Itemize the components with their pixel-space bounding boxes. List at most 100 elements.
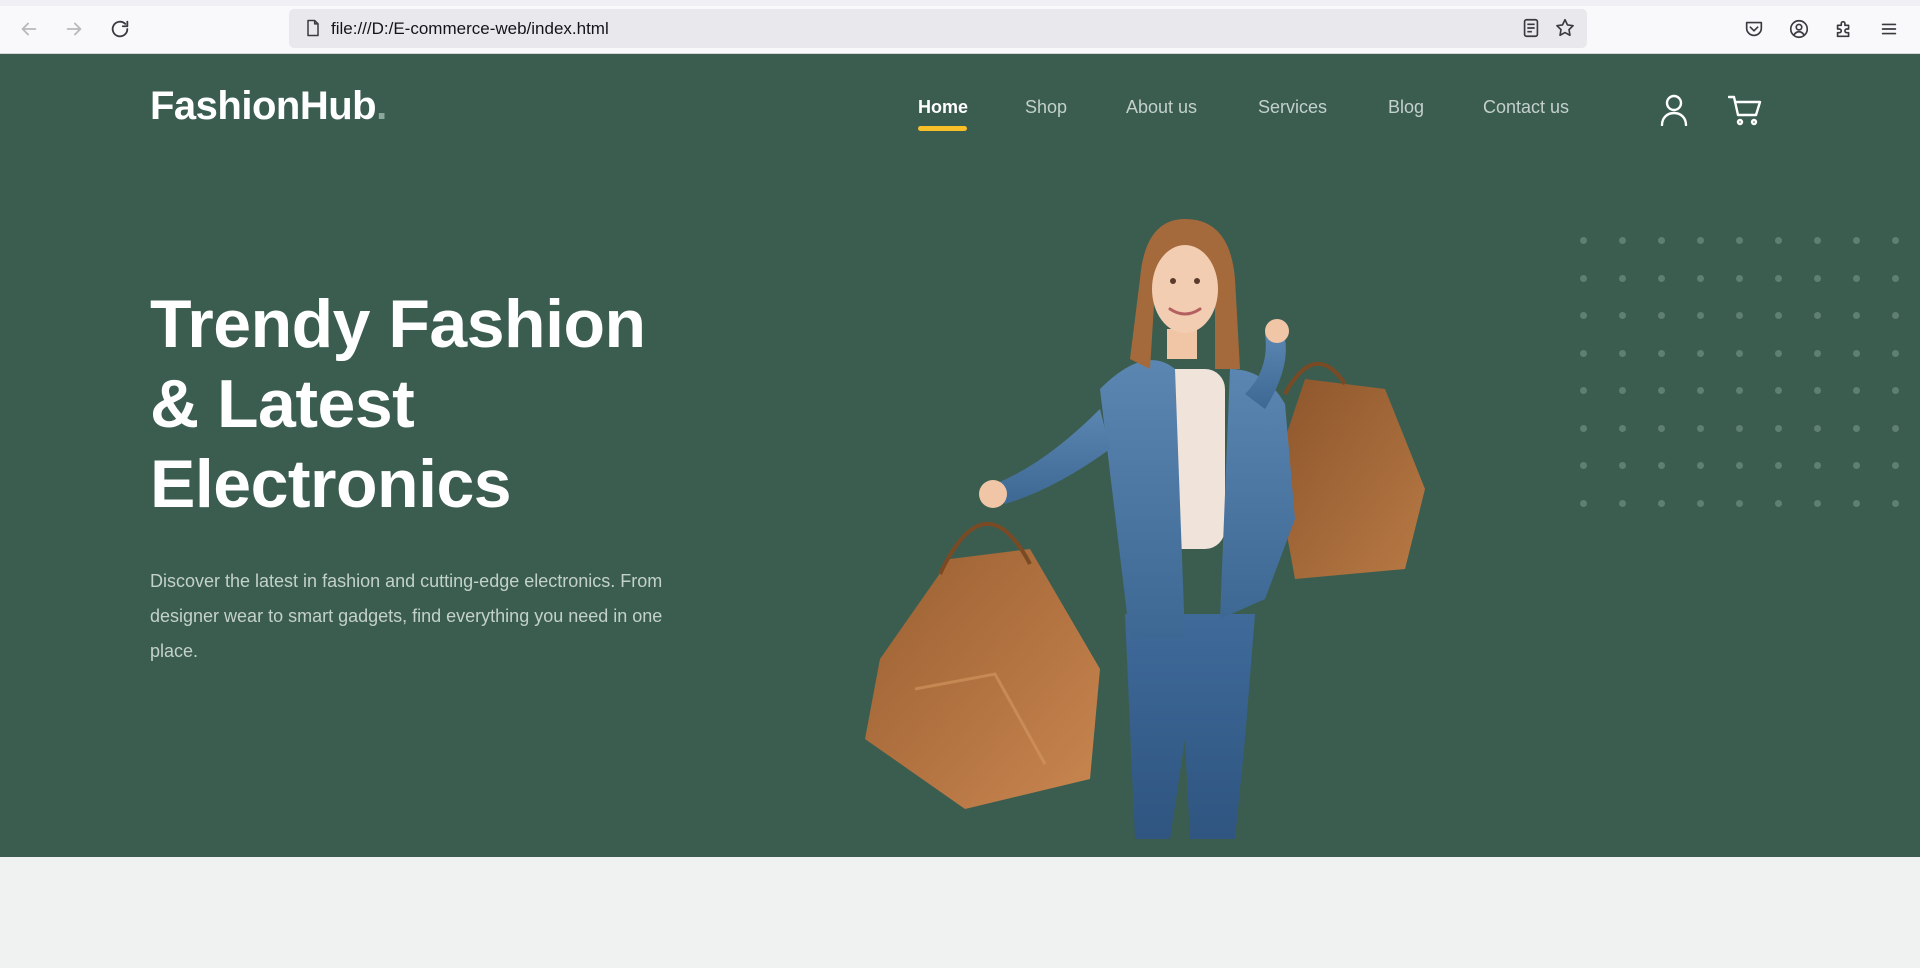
- decorative-dot: [1853, 462, 1860, 469]
- decorative-dot: [1814, 499, 1821, 507]
- decorative-dot: [1892, 387, 1899, 394]
- decorative-dot: [1736, 237, 1743, 244]
- nav-blog[interactable]: Blog: [1388, 97, 1424, 118]
- menu-icon[interactable]: [1872, 12, 1906, 46]
- decorative-dot: [1580, 237, 1587, 244]
- decorative-dot: [1580, 462, 1587, 469]
- hero-description: Discover the latest in fashion and cutti…: [150, 571, 663, 661]
- decorative-dot: [1775, 424, 1782, 432]
- decorative-dot: [1892, 237, 1899, 244]
- reader-view-icon[interactable]: [1520, 17, 1542, 39]
- account-icon[interactable]: [1782, 12, 1816, 46]
- decorative-dot: [1775, 462, 1782, 469]
- decorative-dot: [1736, 274, 1743, 282]
- decorative-dot: [1658, 424, 1665, 432]
- decorative-dot: [1619, 462, 1626, 469]
- decorative-dot: [1892, 424, 1899, 432]
- decorative-dot: [1775, 349, 1782, 357]
- decorative-dot: [1619, 499, 1626, 507]
- decorative-dot: [1580, 499, 1587, 507]
- decorative-dot: [1814, 237, 1821, 244]
- back-arrow-icon[interactable]: [12, 12, 46, 46]
- decorative-dot: [1853, 237, 1860, 244]
- decorative-dot: [1814, 274, 1821, 282]
- decorative-dot: [1775, 312, 1782, 319]
- decorative-dot: [1814, 312, 1821, 319]
- hero-title-line3: Electronics: [150, 446, 512, 522]
- hero-title-line1: Trendy Fashion: [150, 286, 646, 362]
- extensions-icon[interactable]: [1827, 12, 1861, 46]
- decorative-dot: [1619, 312, 1626, 319]
- decorative-dot: [1775, 274, 1782, 282]
- nav-about-us[interactable]: About us: [1126, 97, 1197, 118]
- decorative-dot: [1619, 387, 1626, 394]
- decorative-dot: [1658, 274, 1665, 282]
- nav-services[interactable]: Services: [1258, 97, 1327, 118]
- decorative-dot: [1736, 312, 1743, 319]
- decorative-dot: [1775, 237, 1782, 244]
- hero-title-line2: & Latest: [150, 366, 415, 442]
- decorative-dot: [1736, 424, 1743, 432]
- decorative-dot: [1658, 349, 1665, 357]
- nav-contact-us[interactable]: Contact us: [1483, 97, 1569, 118]
- decorative-dot: [1853, 312, 1860, 319]
- decorative-dot: [1658, 387, 1665, 394]
- url-bar[interactable]: file:///D:/E-commerce-web/index.html: [289, 9, 1587, 48]
- decorative-dot: [1697, 387, 1704, 394]
- cart-icon[interactable]: [1728, 94, 1762, 126]
- decorative-dot: [1853, 424, 1860, 432]
- decorative-dot: [1814, 424, 1821, 432]
- decorative-dot: [1580, 312, 1587, 319]
- decorative-dot: [1580, 274, 1587, 282]
- nav-home[interactable]: Home: [918, 97, 968, 118]
- decorative-dot-grid: [1580, 237, 1910, 519]
- decorative-dot: [1775, 387, 1782, 394]
- page-icon: [307, 19, 319, 37]
- decorative-dot: [1697, 349, 1704, 357]
- bookmark-star-icon[interactable]: [1554, 17, 1576, 39]
- decorative-dot: [1814, 387, 1821, 394]
- decorative-dot: [1892, 349, 1899, 357]
- decorative-dot: [1619, 237, 1626, 244]
- decorative-dot: [1814, 462, 1821, 469]
- decorative-dot: [1736, 462, 1743, 469]
- decorative-dot: [1580, 424, 1587, 432]
- reload-icon[interactable]: [103, 12, 137, 46]
- decorative-dot: [1619, 349, 1626, 357]
- decorative-dot: [1697, 274, 1704, 282]
- decorative-dot: [1580, 349, 1587, 357]
- pocket-icon[interactable]: [1737, 12, 1771, 46]
- decorative-dot: [1736, 387, 1743, 394]
- active-nav-indicator: [918, 126, 967, 131]
- decorative-dot: [1775, 499, 1782, 507]
- decorative-dot: [1658, 237, 1665, 244]
- decorative-dot: [1580, 387, 1587, 394]
- decorative-dot: [1853, 387, 1860, 394]
- hero-image: [865, 219, 1425, 839]
- decorative-dot: [1892, 499, 1899, 507]
- next-section: [0, 857, 1920, 968]
- decorative-dot: [1697, 312, 1704, 319]
- browser-toolbar: file:///D:/E-commerce-web/index.html: [0, 0, 1920, 54]
- decorative-dot: [1814, 349, 1821, 357]
- decorative-dot: [1697, 424, 1704, 432]
- nav-shop[interactable]: Shop: [1025, 97, 1067, 118]
- forward-arrow-icon[interactable]: [57, 12, 91, 46]
- url-text[interactable]: file:///D:/E-commerce-web/index.html: [331, 19, 609, 39]
- decorative-dot: [1853, 349, 1860, 357]
- hero-section: FashionHub. Home Shop About us Services …: [0, 54, 1920, 857]
- decorative-dot: [1658, 312, 1665, 319]
- decorative-dot: [1697, 237, 1704, 244]
- decorative-dot: [1853, 499, 1860, 507]
- decorative-dot: [1658, 462, 1665, 469]
- decorative-dot: [1736, 499, 1743, 507]
- decorative-dot: [1619, 424, 1626, 432]
- decorative-dot: [1892, 274, 1899, 282]
- decorative-dot: [1892, 462, 1899, 469]
- user-icon[interactable]: [1659, 94, 1689, 126]
- decorative-dot: [1853, 274, 1860, 282]
- decorative-dot: [1658, 499, 1665, 507]
- hero-title: Trendy Fashion & Latest Electronics: [150, 284, 710, 524]
- decorative-dot: [1697, 499, 1704, 507]
- decorative-dot: [1736, 349, 1743, 357]
